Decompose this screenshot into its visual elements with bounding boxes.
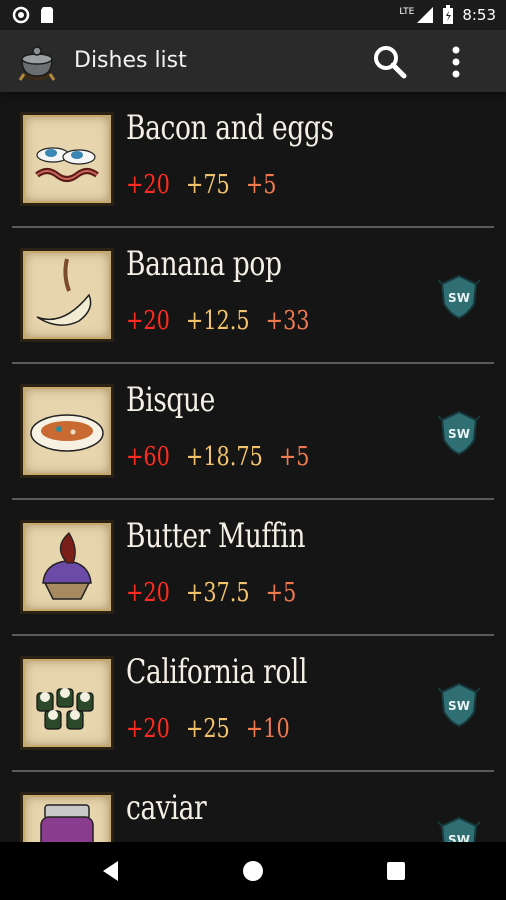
dish-image [20, 248, 114, 342]
page-title: Dishes list [74, 48, 187, 73]
more-vert-icon [452, 46, 460, 78]
badge-text: SW [448, 427, 470, 441]
list-item[interactable]: Butter Muffin +20 +37.5 +5 [0, 500, 506, 636]
butter-muffin-icon [42, 532, 92, 600]
dish-image [20, 520, 114, 614]
health-value: +20 [126, 170, 170, 200]
back-icon[interactable] [96, 856, 126, 886]
dishes-list: Bacon and eggs +20 +75 +5 Banana pop +20… [0, 92, 506, 842]
hunger-value: +75 [185, 170, 230, 200]
sanity-value: +33 [265, 306, 310, 336]
health-value: +20 [126, 306, 170, 336]
list-item[interactable]: Bisque +60 +18.75 +5 SW [0, 364, 506, 500]
home-icon[interactable] [238, 856, 268, 886]
dish-stats: +60 +18.75 +5 [126, 442, 310, 472]
dish-stats: +20 +75 +5 [126, 170, 276, 200]
dish-name: Bisque [126, 380, 215, 420]
dish-name: Banana pop [126, 244, 282, 284]
overflow-menu-button[interactable] [440, 42, 472, 82]
list-item[interactable]: Bacon and eggs +20 +75 +5 [0, 92, 506, 228]
sd-card-icon [41, 7, 53, 23]
shipwrecked-badge-icon: SW [438, 816, 480, 842]
badge-text: SW [448, 833, 470, 842]
battery-icon [443, 5, 454, 24]
health-value: +60 [126, 442, 170, 472]
recents-icon[interactable] [381, 856, 411, 886]
hunger-value: +18.75 [185, 442, 263, 472]
search-button[interactable] [370, 42, 410, 82]
app-bar: Dishes list [0, 30, 506, 92]
bisque-icon [30, 414, 104, 452]
clock: 8:53 [462, 6, 496, 24]
shipwrecked-badge-icon: SW [438, 682, 480, 728]
bacon-eggs-icon [35, 147, 99, 182]
dish-stats: +20 +37.5 +5 [126, 578, 296, 608]
notification-circle-icon [12, 6, 30, 24]
shipwrecked-badge-icon: SW [438, 410, 480, 456]
health-value: +20 [126, 714, 170, 744]
dish-image [20, 792, 114, 842]
shipwrecked-badge-icon: SW [438, 274, 480, 320]
network-type: LTE [399, 7, 415, 17]
navigation-bar [0, 842, 506, 900]
sanity-value: +5 [265, 578, 297, 608]
dish-name: California roll [126, 652, 308, 692]
crock-pot-icon[interactable] [16, 40, 58, 82]
search-icon [374, 46, 407, 79]
dish-name: caviar [126, 788, 207, 828]
dish-stats: +20 +12.5 +33 [126, 306, 310, 336]
california-roll-icon [36, 688, 94, 730]
health-value: +20 [126, 578, 170, 608]
hunger-value: +12.5 [185, 306, 250, 336]
sanity-value: +5 [278, 442, 310, 472]
hunger-value: +25 [185, 714, 230, 744]
signal-icon [417, 7, 434, 23]
status-bar: LTE 8:53 [0, 0, 506, 30]
badge-text: SW [448, 291, 470, 305]
dish-image [20, 656, 114, 750]
list-item[interactable]: Banana pop +20 +12.5 +33 SW [0, 228, 506, 364]
dish-name: Bacon and eggs [126, 108, 334, 148]
list-item[interactable]: caviar SW [0, 772, 506, 842]
dish-name: Butter Muffin [126, 516, 306, 556]
dish-image [20, 112, 114, 206]
list-item[interactable]: California roll +20 +25 +10 SW [0, 636, 506, 772]
badge-text: SW [448, 699, 470, 713]
sanity-value: +5 [245, 170, 277, 200]
banana-pop-icon [36, 258, 92, 326]
hunger-value: +37.5 [185, 578, 250, 608]
dish-stats: +20 +25 +10 [126, 714, 290, 744]
dish-image [20, 384, 114, 478]
caviar-icon [40, 804, 94, 842]
sanity-value: +10 [245, 714, 290, 744]
